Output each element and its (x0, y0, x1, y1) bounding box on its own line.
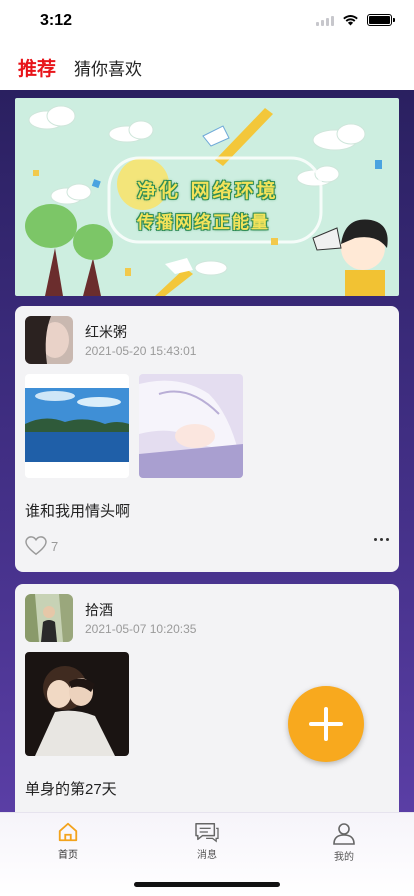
status-bar: 3:12 (0, 0, 414, 44)
add-post-button[interactable] (288, 686, 364, 762)
cellular-signal-icon (316, 15, 334, 26)
post-username[interactable]: 红米粥 (85, 322, 127, 342)
status-icons (316, 14, 395, 26)
home-icon (58, 822, 78, 842)
profile-icon (333, 823, 355, 845)
post-timestamp: 2021-05-07 10:20:35 (85, 622, 197, 636)
avatar[interactable] (25, 594, 73, 642)
battery-icon (367, 14, 395, 26)
post-photo[interactable] (25, 652, 129, 756)
tab-profile[interactable]: 我的 (304, 821, 384, 863)
wifi-icon (343, 15, 358, 26)
post-username[interactable]: 拾酒 (85, 600, 113, 620)
post-photo[interactable] (25, 374, 129, 478)
heart-icon (25, 536, 47, 556)
tab-recommended[interactable]: 推荐 (18, 54, 57, 83)
tab-home[interactable]: 首页 (28, 821, 108, 861)
like-button[interactable]: 7 (25, 536, 58, 556)
more-options-icon[interactable] (374, 538, 389, 541)
feed-content[interactable]: 净化 网络环境 传播网络正能量 红米粥 2021-05-20 15:43:01 (0, 90, 414, 812)
banner-headline: 净化 网络环境 (137, 180, 279, 202)
post-photo[interactable] (139, 374, 243, 478)
post-text: 谁和我用情头啊 (25, 503, 131, 520)
bottom-tab-bar: 首页 消息 我的 (0, 812, 414, 896)
top-tab-bar: 推荐 猜你喜欢 (0, 44, 414, 90)
banner-subheadline: 传播网络正能量 (137, 213, 270, 233)
post-text: 单身的第27天 (25, 781, 117, 798)
tab-profile-label: 我的 (334, 852, 354, 863)
banner[interactable]: 净化 网络环境 传播网络正能量 (15, 98, 399, 296)
avatar[interactable] (25, 316, 73, 364)
tab-home-label: 首页 (58, 850, 78, 861)
message-icon (195, 823, 219, 843)
status-time: 3:12 (40, 12, 73, 29)
tab-messages-label: 消息 (197, 850, 217, 861)
home-indicator[interactable] (134, 882, 280, 887)
tab-messages[interactable]: 消息 (167, 821, 247, 861)
plus-icon (309, 707, 343, 741)
like-count: 7 (51, 538, 59, 554)
tab-guess-you-like[interactable]: 猜你喜欢 (74, 55, 142, 80)
post-card[interactable]: 红米粥 2021-05-20 15:43:01 谁和我用情头啊 7 (15, 306, 399, 572)
post-timestamp: 2021-05-20 15:43:01 (85, 344, 197, 358)
